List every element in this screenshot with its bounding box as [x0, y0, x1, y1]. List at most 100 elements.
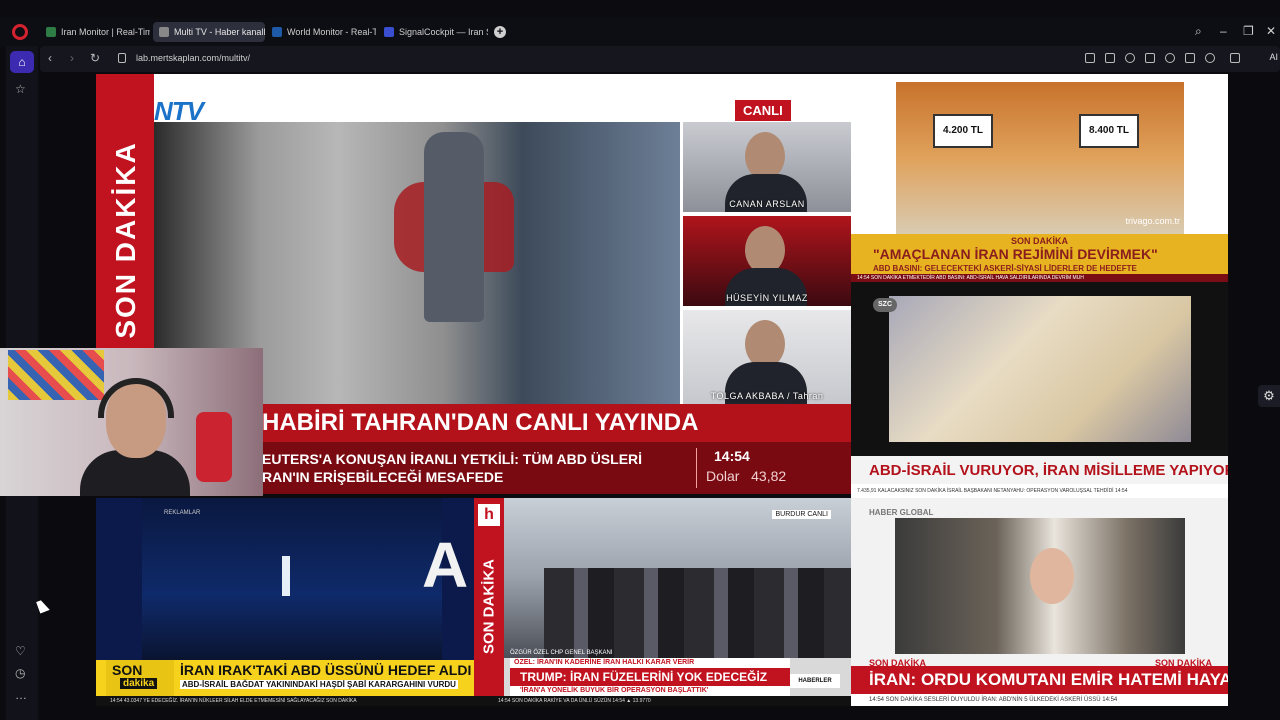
tab-bar: Iran Monitor | Real-Time C Multi TV - Ha…: [0, 18, 1280, 46]
headline: İRAN: ORDU KOMUTANI EMİR HATEMİ HAYATTA: [851, 666, 1228, 694]
tab-favicon-icon: [46, 27, 56, 37]
channel-letter: A: [422, 529, 469, 601]
channel-logo: h: [478, 504, 500, 526]
poster-image: [8, 350, 104, 400]
more-icon[interactable]: …: [15, 688, 27, 702]
camera-icon[interactable]: [1105, 53, 1115, 63]
tab-favicon-icon: [272, 27, 282, 37]
minimize-button[interactable]: –: [1220, 24, 1227, 38]
guest-name: HÜSEYİN YILMAZ: [726, 293, 808, 303]
video-frame: [504, 498, 851, 658]
star-icon[interactable]: ☆: [15, 82, 26, 96]
new-tab-button[interactable]: +: [494, 26, 506, 38]
sub-headline-2: 'İRAN'A YÖNELİK BÜYÜK BİR OPERASYON BAŞL…: [510, 686, 790, 696]
breaking-label: SON DAKİKA: [480, 559, 498, 655]
sub-line-2: RAN'IN ERİŞEBİLECEĞİ MESAFEDE: [262, 469, 504, 485]
person-image: [424, 132, 484, 322]
headline: "AMAÇLANAN İRAN REJİMİNİ DEVİRMEK": [873, 246, 1158, 262]
ad-domain: trivago.com.tr: [1125, 216, 1180, 226]
lock-icon: [118, 53, 126, 63]
guest-panel-3: TOLGA AKBABA / Tahran: [683, 310, 851, 404]
sub-ticker: EUTERS'A KONUŞAN İRANLI YETKİLİ: TÜM ABD…: [256, 442, 851, 494]
currency-rate: Dolar 43,82: [706, 468, 786, 484]
history-icon[interactable]: ◷: [15, 666, 25, 680]
heart-icon[interactable]: ♡: [15, 644, 26, 658]
tab-label: Multi TV - Haber kanallar: [174, 27, 265, 37]
live-badge: BURDUR CANLI: [772, 510, 831, 519]
channel-logo: SZC: [873, 298, 897, 312]
tab-label: Iran Monitor | Real-Time C: [61, 27, 150, 37]
webcam-overlay: [0, 348, 263, 496]
bottom-headline: ABD-İSRAİL VURUYOR, İRAN MİSİLLEME YAPIY…: [869, 462, 1228, 479]
halk-feed[interactable]: SON DAKİKA h BURDUR CANLI ÖZGÜR ÖZEL CHP…: [474, 498, 851, 706]
back-button[interactable]: ‹: [48, 51, 52, 65]
ticker-strip: 7.435,91 KALACAKSINIZ SON DAKİKA İSRAİL …: [851, 484, 1228, 498]
price-tag-1: 4.200 TL: [933, 114, 993, 148]
dakika-label: dakika: [120, 678, 158, 689]
heart-icon[interactable]: [1165, 53, 1175, 63]
chair-image: [196, 412, 232, 482]
headphones-icon: [98, 378, 174, 418]
guest-panel-2: HÜSEYİN YILMAZ: [683, 216, 851, 306]
opera-logo-icon[interactable]: [12, 24, 28, 40]
sub-line-1: EUTERS'A KONUŞAN İRANLI YETKİLİ: TÜM ABD…: [262, 451, 643, 467]
son-label: SON: [112, 662, 143, 678]
close-window-button[interactable]: ✕: [1266, 24, 1276, 38]
tab-label: World Monitor - Real-Tim: [287, 27, 376, 37]
ai-button[interactable]: AI: [1269, 52, 1278, 62]
headline: TRUMP: İRAN FÜZELERİNİ YOK EDECEĞİZ: [510, 668, 790, 686]
program-tag: HABERLER: [790, 674, 840, 688]
szc-feed[interactable]: SON DAKİKA "AMAÇLANAN İRAN REJİMİNİ DEVİ…: [851, 234, 1228, 498]
ticker-strip: 14:54 SON DAKİKA SESLERİ DUYULDU İRAN: A…: [851, 694, 1228, 706]
guest-panel-1: CANAN ARSLAN: [683, 122, 851, 212]
reload-button[interactable]: ↻: [90, 51, 100, 65]
tab-iran-monitor[interactable]: Iran Monitor | Real-Time C: [40, 22, 150, 42]
ticker-strip: 14:54 SON DAKİKA ETMEKTEDİR ABD BASINI: …: [851, 274, 1228, 282]
edit-icon[interactable]: [1085, 53, 1095, 63]
breaking-label: SON DAKİKA: [110, 141, 141, 339]
guest-name: TOLGA AKBABA / Tahran: [710, 391, 824, 401]
home-icon[interactable]: ⌂: [10, 51, 34, 73]
currency-value: 43,82: [751, 468, 787, 484]
ads-label: REKLAMLAR: [164, 510, 201, 516]
currency-label: Dolar: [706, 468, 740, 484]
price-tag-2: 8.400 TL: [1079, 114, 1139, 148]
bottom-banner: ABD-İSRAİL VURUYOR, İRAN MİSİLLEME YAPIY…: [851, 456, 1228, 484]
search-tabs-icon[interactable]: ⌕: [1195, 24, 1202, 39]
face-image: [1030, 548, 1074, 604]
channel-logo: HABER GLOBAL: [869, 508, 934, 517]
video-frame: A: [142, 498, 468, 660]
ad-feed[interactable]: 4.200 TL 8.400 TL trivago.com.tr: [851, 74, 1228, 234]
ticker-strip: 14:54 43.0347 YE EDECEĞİZ. İRAN'IN NÜKLE…: [96, 696, 474, 706]
maximize-button[interactable]: ❐: [1243, 24, 1254, 38]
shield-icon[interactable]: [1125, 53, 1135, 63]
tab-favicon-icon: [384, 27, 394, 37]
divider: [696, 448, 697, 488]
guest-name: CANAN ARSLAN: [729, 199, 805, 209]
tab-signalcockpit[interactable]: SignalCockpit — Iran Situ: [378, 22, 488, 42]
tab-multi-tv[interactable]: Multi TV - Haber kanallar: [153, 22, 265, 42]
blue-feed[interactable]: A REKLAMLAR SON dakika İRAN IRAK'TAKİ ABD…: [96, 498, 474, 706]
extensions-icon[interactable]: [1230, 53, 1240, 63]
address-bar: ‹ › ↻ lab.mertskaplan.com/multitv/ AI: [40, 46, 1280, 72]
crowd-image: [544, 568, 851, 658]
ticker-strip: 14:54 SON DAKİKA RAKİYE VA DA ÜNLÜ SÜZÜN…: [474, 696, 851, 706]
haber-global-feed[interactable]: HABER GLOBAL SON DAKİKA SON DAKİKA İRAN:…: [851, 498, 1228, 706]
forward-button[interactable]: ›: [70, 51, 74, 65]
account-icon[interactable]: [1205, 53, 1215, 63]
menu-icon[interactable]: [1185, 53, 1195, 63]
video-frame: [889, 296, 1191, 442]
breaking-banner: SON DAKİKA "AMAÇLANAN İRAN REJİMİNİ DEVİ…: [851, 234, 1228, 282]
headline-ticker: HABİRİ TAHRAN'DAN CANLI YAYINDA: [256, 404, 851, 442]
play-icon[interactable]: [1145, 53, 1155, 63]
clock: 14:54: [714, 448, 750, 464]
son-dakika-logo: SON dakika: [106, 660, 174, 696]
url-field[interactable]: lab.mertskaplan.com/multitv/: [136, 53, 250, 63]
settings-gear-icon[interactable]: ⚙: [1258, 385, 1280, 407]
sub-headline: ÖZEL: İRAN'IN KADERİNE İRAN HALKI KARAR …: [510, 658, 790, 668]
tab-world-monitor[interactable]: World Monitor - Real-Tim: [266, 22, 376, 42]
speaker-name: ÖZGÜR ÖZEL CHP GENEL BAŞKANI: [510, 650, 613, 656]
avatar: [745, 132, 785, 180]
breaking-label: SON DAKİKA: [1011, 236, 1069, 246]
headline: İRAN IRAK'TAKİ ABD ÜSSÜNÜ HEDEF ALDI: [180, 662, 472, 678]
